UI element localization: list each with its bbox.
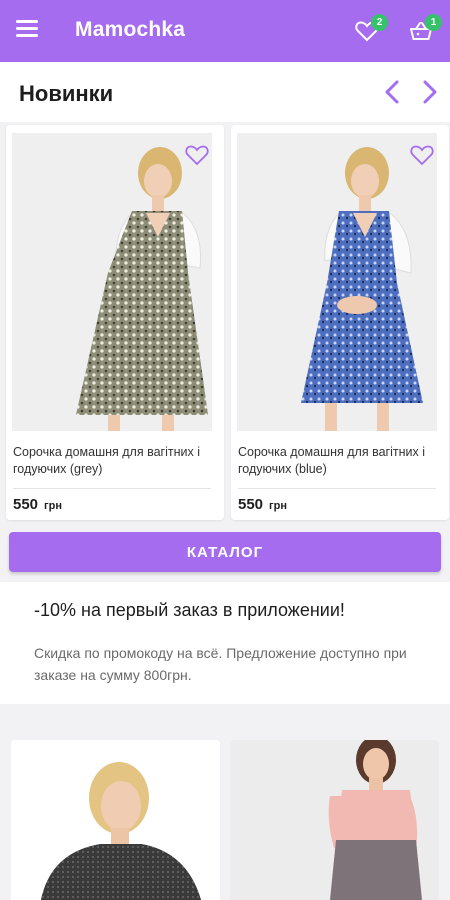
chevron-left-icon [385, 80, 399, 104]
price-currency: грн [269, 500, 287, 512]
catalog-button[interactable]: КАТАЛОГ [9, 532, 441, 572]
app-bar: Mamochka 2 1 [0, 0, 450, 62]
product-price: 550 грн [13, 496, 62, 513]
price-value: 550 [238, 496, 264, 513]
cart-button[interactable]: 1 [408, 14, 442, 44]
product-name: Сорочка домашня для вагітних і годуючих … [13, 445, 200, 476]
category-image [230, 740, 439, 900]
cart-count-badge: 1 [425, 14, 442, 31]
chevron-right-icon [423, 80, 437, 104]
section-title: Новинки [19, 81, 114, 106]
price-value: 550 [13, 496, 39, 513]
promo-text: Скидка по промокоду на всё. Предложение … [34, 645, 407, 683]
promo-title: -10% на первый заказ в приложении! [34, 600, 345, 620]
category-card[interactable] [230, 740, 439, 900]
product-image [237, 133, 437, 431]
product-card[interactable]: Сорочка домашня для вагітних і годуючих … [6, 125, 224, 520]
favorites-count-badge: 2 [371, 14, 388, 31]
product-name: Сорочка домашня для вагітних і годуючих … [238, 445, 425, 476]
heart-outline-icon[interactable] [184, 143, 210, 167]
heart-outline-icon[interactable] [409, 143, 435, 167]
product-image [12, 133, 212, 431]
divider [238, 488, 436, 489]
app-title: Mamochka [75, 18, 186, 41]
price-currency: грн [44, 500, 62, 512]
next-button[interactable] [418, 78, 442, 106]
category-card[interactable] [11, 740, 220, 900]
product-price: 550 грн [238, 496, 287, 513]
product-card[interactable]: Сорочка домашня для вагітних і годуючих … [231, 125, 449, 520]
new-arrivals-header: Новинки [0, 62, 450, 122]
menu-icon[interactable] [16, 20, 38, 42]
product-carousel: Сорочка домашня для вагітних і годуючих … [0, 122, 450, 524]
promo-banner: -10% на первый заказ в приложении! Скидк… [0, 582, 450, 704]
divider [13, 488, 211, 489]
favorites-button[interactable]: 2 [354, 14, 388, 44]
previous-button[interactable] [380, 78, 404, 106]
category-image [11, 740, 220, 900]
